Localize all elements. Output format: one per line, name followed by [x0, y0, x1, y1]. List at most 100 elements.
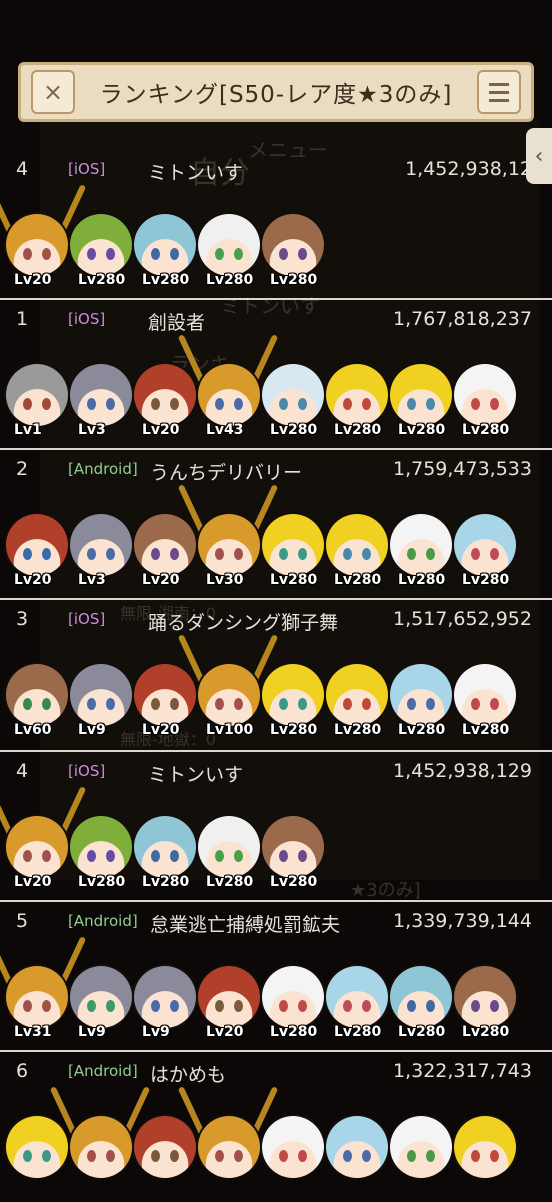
ranking-row[interactable]: 4 [iOS] ミトンいす 1,452,938,12 Lv20 Lv280 Lv280 Lv2…: [0, 150, 552, 300]
character-face-icon: [6, 1116, 68, 1178]
unit-level: Lv280: [398, 1024, 446, 1040]
unit-avatar[interactable]: Lv30: [177, 484, 279, 588]
ranking-row[interactable]: 2 [Android] うんちデリバリー 1,759,473,533 Lv20 Lv3 Lv…: [0, 448, 552, 600]
eye-icon: [490, 1000, 499, 1012]
unit-avatar[interactable]: Lv20: [0, 786, 87, 890]
character-face-icon: [6, 214, 68, 276]
unit-level: Lv20: [206, 1024, 244, 1040]
unit-avatar[interactable]: Lv100: [177, 634, 279, 738]
unit-avatar[interactable]: Lv3: [70, 364, 132, 438]
unit-avatar[interactable]: Lv280: [262, 364, 324, 438]
unit-avatar[interactable]: Lv1: [6, 364, 68, 438]
unit-avatar[interactable]: Lv280: [390, 364, 452, 438]
unit-avatar[interactable]: [177, 1086, 279, 1178]
unit-avatar[interactable]: Lv280: [262, 214, 324, 288]
character-face-icon: [70, 214, 132, 276]
character-face-icon: [134, 514, 196, 576]
unit-avatar[interactable]: Lv280: [390, 514, 452, 588]
unit-avatar[interactable]: Lv280: [262, 966, 324, 1040]
player-score: 1,517,652,952: [392, 608, 532, 630]
unit-level: Lv280: [334, 572, 382, 588]
unit-avatar[interactable]: Lv280: [262, 664, 324, 738]
unit-avatar[interactable]: [326, 1116, 388, 1178]
unit-avatar[interactable]: Lv9: [134, 966, 196, 1040]
eye-icon: [234, 1150, 243, 1162]
unit-avatar[interactable]: Lv280: [262, 514, 324, 588]
unit-avatar[interactable]: [6, 1116, 68, 1178]
ranking-row-header: 4 [iOS] ミトンいす 1,452,938,129: [0, 760, 552, 790]
eye-icon: [42, 548, 51, 560]
unit-avatar[interactable]: Lv280: [326, 664, 388, 738]
unit-level: Lv280: [462, 422, 510, 438]
ranking-header: × ランキング[S50-レア度★3のみ]: [18, 62, 534, 122]
close-icon: ×: [42, 78, 64, 106]
unit-avatar[interactable]: Lv31: [0, 936, 87, 1040]
unit-avatar[interactable]: Lv20: [134, 364, 196, 438]
ranking-row[interactable]: 3 [iOS] 踊るダンシング獅子舞 1,517,652,952 Lv60 Lv9 Lv20…: [0, 598, 552, 750]
ranking-row[interactable]: 4 [iOS] ミトンいす 1,452,938,129 Lv20 Lv280 Lv280 Lv…: [0, 750, 552, 902]
rank-number: 2: [16, 458, 29, 480]
unit-avatar[interactable]: Lv280: [454, 966, 516, 1040]
eye-icon: [426, 548, 435, 560]
eye-icon: [298, 248, 307, 260]
unit-avatar[interactable]: Lv20: [134, 514, 196, 588]
unit-avatar[interactable]: Lv280: [70, 816, 132, 890]
unit-avatar[interactable]: Lv43: [177, 334, 279, 438]
unit-avatar[interactable]: Lv280: [454, 514, 516, 588]
eye-icon: [106, 850, 115, 862]
unit-level: Lv280: [142, 272, 190, 288]
unit-avatar[interactable]: Lv60: [6, 664, 68, 738]
menu-button[interactable]: [477, 70, 521, 114]
unit-avatar[interactable]: [49, 1086, 151, 1178]
close-button[interactable]: ×: [31, 70, 75, 114]
unit-avatar[interactable]: [454, 1116, 516, 1178]
player-score: 1,339,739,144: [392, 910, 532, 932]
character-face-icon: [70, 514, 132, 576]
unit-level: Lv20: [142, 422, 180, 438]
character-face-icon: [326, 1116, 388, 1178]
unit-avatar[interactable]: [134, 1116, 196, 1178]
ranking-row[interactable]: 1 [iOS] 創設者 1,767,818,237 Lv1 Lv3 Lv20 Lv43 Lv28…: [0, 298, 552, 450]
eye-icon: [426, 398, 435, 410]
player-name: 創設者: [148, 312, 206, 334]
unit-level: Lv280: [462, 722, 510, 738]
unit-level: Lv280: [270, 422, 318, 438]
unit-avatar[interactable]: Lv280: [454, 364, 516, 438]
eye-icon: [42, 1000, 51, 1012]
unit-avatar[interactable]: Lv20: [134, 664, 196, 738]
unit-avatar[interactable]: Lv280: [326, 514, 388, 588]
player-name: ミトンいす: [148, 764, 244, 786]
ranking-row[interactable]: 5 [Android] 怠業逃亡捕縛処罰鉱夫 1,339,739,144 Lv31 Lv9…: [0, 900, 552, 1052]
rank-number: 3: [16, 608, 29, 630]
unit-avatar[interactable]: Lv9: [70, 966, 132, 1040]
unit-avatar[interactable]: Lv20: [198, 966, 260, 1040]
unit-avatar[interactable]: Lv280: [134, 816, 196, 890]
unit-avatar[interactable]: Lv280: [70, 214, 132, 288]
unit-avatar[interactable]: Lv20: [6, 514, 68, 588]
eye-icon: [42, 248, 51, 260]
character-face-icon: [390, 364, 452, 426]
eye-icon: [215, 1000, 224, 1012]
unit-avatar[interactable]: Lv9: [70, 664, 132, 738]
unit-avatar[interactable]: [390, 1116, 452, 1178]
unit-avatar[interactable]: Lv280: [198, 214, 260, 288]
unit-avatar[interactable]: Lv20: [0, 184, 87, 288]
unit-avatar[interactable]: Lv280: [454, 664, 516, 738]
unit-avatar[interactable]: Lv3: [70, 514, 132, 588]
unit-avatar[interactable]: Lv280: [326, 364, 388, 438]
eye-icon: [151, 248, 160, 260]
unit-avatar[interactable]: Lv280: [326, 966, 388, 1040]
unit-avatar[interactable]: Lv280: [390, 966, 452, 1040]
eye-icon: [215, 698, 224, 710]
unit-avatar[interactable]: [262, 1116, 324, 1178]
unit-avatar[interactable]: Lv280: [390, 664, 452, 738]
eye-icon: [362, 1150, 371, 1162]
ranking-row[interactable]: 6 [Android] はかめも 1,322,317,743: [0, 1050, 552, 1202]
eye-icon: [215, 548, 224, 560]
team-units: Lv20 Lv3 Lv20 Lv30 Lv280 Lv280 Lv280 Lv280: [6, 484, 546, 592]
rank-number: 5: [16, 910, 29, 932]
unit-avatar[interactable]: Lv280: [134, 214, 196, 288]
unit-avatar[interactable]: Lv280: [262, 816, 324, 890]
unit-avatar[interactable]: Lv280: [198, 816, 260, 890]
unit-level: Lv9: [78, 722, 106, 738]
